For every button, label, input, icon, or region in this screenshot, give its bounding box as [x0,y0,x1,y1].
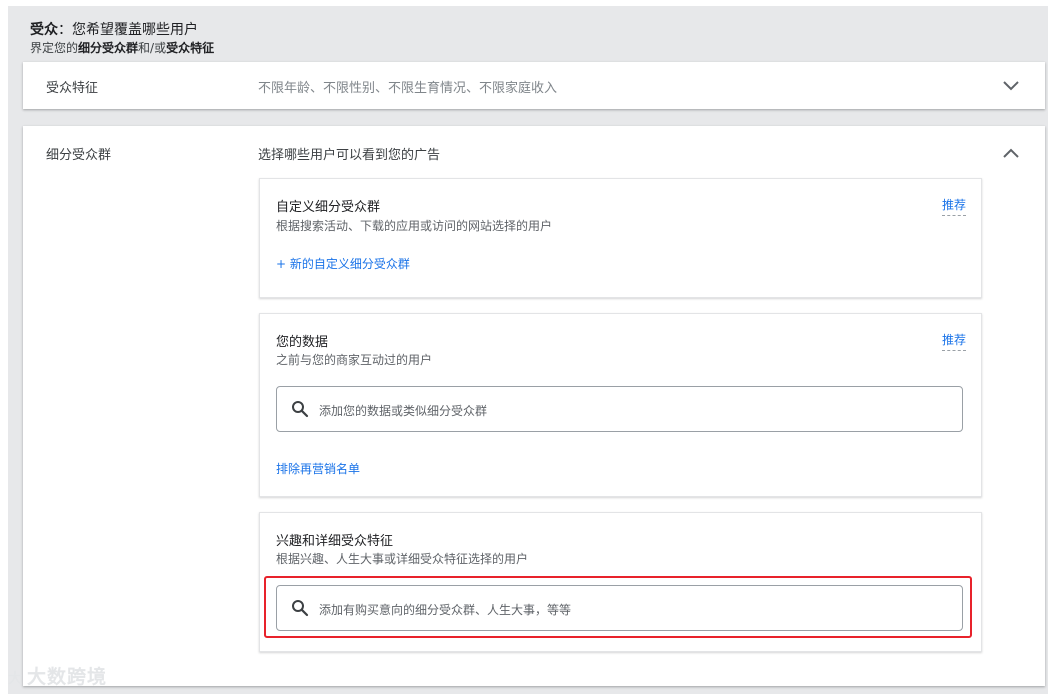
demographics-summary: 不限年龄、不限性别、不限生育情况、不限家庭收入 [258,81,558,96]
custom-segments-card: 自定义细分受众群 根据搜索活动、下载的应用或访问的网站选择的用户 推荐 + 新的… [259,178,982,298]
watermark-logo: 大 [8,671,23,687]
custom-recommend-link[interactable]: 推荐 [941,196,966,216]
interests-title: 兴趣和详细受众特征 [276,534,394,549]
your-data-title: 您的数据 [276,335,329,350]
custom-segments-title: 自定义细分受众群 [276,200,381,215]
segments-label: 细分受众群 [46,148,112,163]
exclude-remarketing-link[interactable]: 排除再营销名单 [276,460,360,477]
your-data-recommend-link[interactable]: 推荐 [941,331,966,351]
chevron-up-icon[interactable] [1001,146,1021,160]
custom-segments-desc: 根据搜索活动、下载的应用或访问的网站选择的用户 [276,219,553,233]
segments-prompt: 选择哪些用户可以看到您的广告 [258,148,441,163]
your-data-search-placeholder: 添加您的数据或类似细分受众群 [319,404,488,418]
demographics-panel[interactable]: 受众特征 不限年龄、不限性别、不限生育情况、不限家庭收入 [23,62,1045,109]
section-subtitle: 界定您的细分受众群和/或受众特征 [30,41,215,55]
your-data-desc: 之前与您的商家互动过的用户 [276,353,433,367]
new-custom-segment-link[interactable]: + 新的自定义细分受众群 [276,255,410,272]
section-title: 受众：您希望覆盖哪些用户 [30,22,198,38]
demographics-label: 受众特征 [46,81,99,96]
watermark: 大大数跨境 [8,662,107,689]
search-icon [292,401,309,418]
your-data-card: 您的数据 之前与您的商家互动过的用户 推荐 添加您的数据或类似细分受众群 排除再… [259,313,982,497]
your-data-search-input[interactable]: 添加您的数据或类似细分受众群 [276,386,963,432]
interests-desc: 根据兴趣、人生大事或详细受众特征选择的用户 [276,552,529,566]
watermark-text: 大数跨境 [27,666,108,688]
chevron-down-icon[interactable] [1001,79,1021,93]
highlight-box [264,576,972,638]
